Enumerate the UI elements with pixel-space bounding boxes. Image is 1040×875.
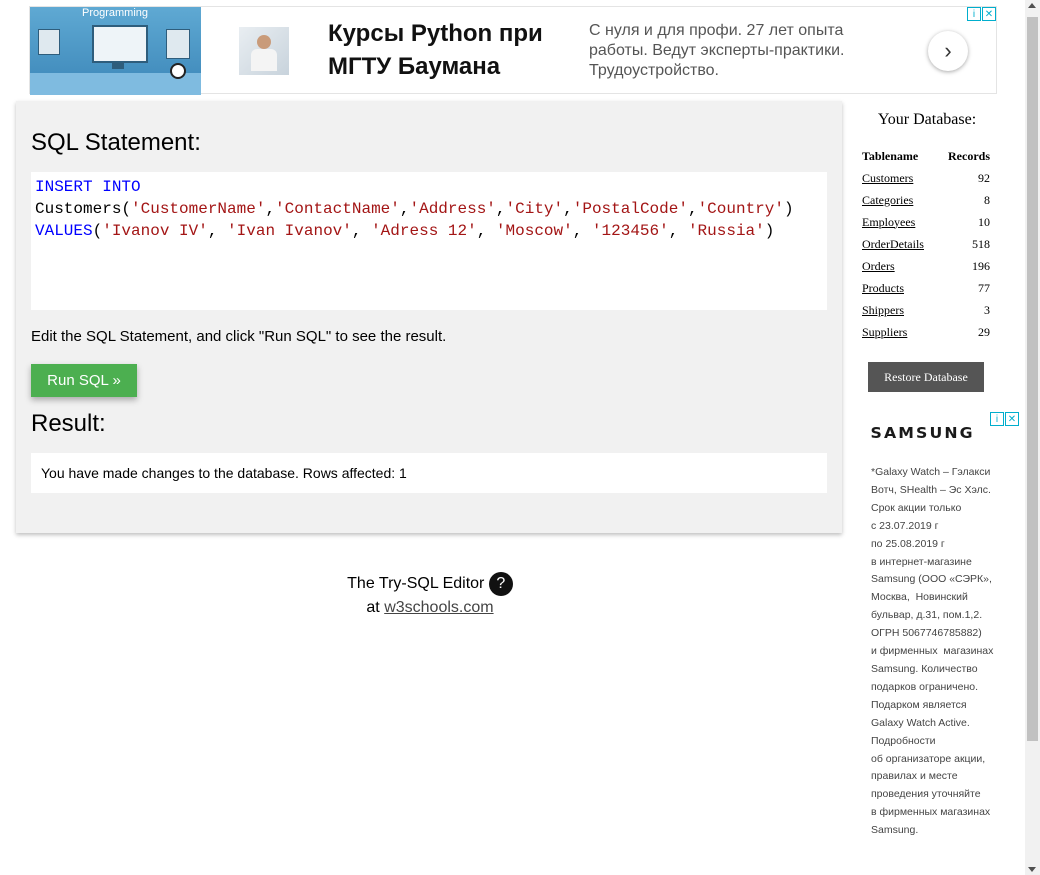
result-message: You have made changes to the database. R…	[41, 465, 407, 481]
record-count: 92	[978, 170, 990, 185]
sql-column: 'ContactName'	[275, 200, 400, 218]
sql-value: 'Adress 12'	[371, 222, 477, 240]
sql-column: 'Address'	[409, 200, 496, 218]
record-count: 10	[978, 214, 990, 229]
table-link[interactable]: Shippers	[862, 303, 904, 317]
sql-statement-heading: SQL Statement:	[31, 129, 201, 156]
sql-column: 'City'	[505, 200, 564, 218]
database-table: Tablename Records Customers 92 Categories…	[862, 145, 990, 343]
scroll-up-arrow-icon[interactable]	[1028, 3, 1036, 8]
close-icon[interactable]: ✕	[982, 7, 996, 21]
ad-image-label: Programming	[82, 7, 149, 19]
result-box: You have made changes to the database. R…	[31, 453, 827, 493]
record-count: 29	[978, 324, 990, 339]
table-link[interactable]: Customers	[862, 171, 913, 185]
samsung-advertisement[interactable]: i ✕ SAMSUNG *Galaxy Watch – Гэлакси Вотч…	[868, 412, 1020, 842]
ad-image-monitor	[92, 25, 148, 63]
table-row: Shippers 3	[862, 299, 990, 321]
table-link[interactable]: OrderDetails	[862, 237, 924, 251]
sql-value: 'Ivan Ivanov'	[227, 222, 352, 240]
table-row: Products 77	[862, 277, 990, 299]
samsung-logo[interactable]: SAMSUNG	[871, 424, 975, 442]
page-scrollbar[interactable]	[1025, 0, 1040, 875]
ad-info-icon[interactable]: i	[967, 7, 981, 21]
table-link[interactable]: Categories	[862, 193, 913, 207]
table-row: OrderDetails 518	[862, 233, 990, 255]
editor-footer: The Try-SQL Editor ? at w3schools.com	[300, 572, 560, 620]
ad-choices[interactable]: i ✕	[989, 412, 1019, 426]
record-count: 3	[984, 302, 990, 317]
w3schools-link[interactable]: w3schools.com	[384, 599, 493, 616]
record-count: 518	[972, 236, 990, 251]
ad-image-shape	[166, 29, 190, 59]
scrollbar-thumb[interactable]	[1027, 17, 1038, 741]
run-sql-button[interactable]: Run SQL »	[31, 364, 137, 397]
table-header-row: Tablename Records	[862, 145, 990, 167]
record-count: 196	[972, 258, 990, 273]
restore-database-button[interactable]: Restore Database	[868, 362, 984, 392]
table-row: Orders 196	[862, 255, 990, 277]
samsung-ad-text: *Galaxy Watch – Гэлакси Вотч, SHealth – …	[871, 466, 994, 837]
table-row: Employees 10	[862, 211, 990, 233]
table-link[interactable]: Products	[862, 281, 904, 295]
sql-value: 'Ivanov IV'	[102, 222, 208, 240]
help-icon[interactable]: ?	[488, 572, 513, 596]
table-link[interactable]: Orders	[862, 259, 895, 273]
editor-panel: SQL Statement: INSERT INTO Customers('Cu…	[16, 101, 842, 533]
table-row: Suppliers 29	[862, 321, 990, 343]
result-heading: Result:	[31, 410, 106, 437]
record-count: 77	[978, 280, 990, 295]
ad-thumbnail-image[interactable]	[239, 27, 289, 75]
table-row: Customers 92	[862, 167, 990, 189]
close-icon[interactable]: ✕	[1005, 412, 1019, 426]
sql-value: 'Moscow'	[495, 222, 573, 240]
sql-keyword: VALUES	[35, 222, 93, 240]
ad-info-icon[interactable]: i	[990, 412, 1004, 426]
sql-column: 'PostalCode'	[572, 200, 688, 218]
sql-code-editor[interactable]: INSERT INTO Customers('CustomerName','Co…	[31, 172, 827, 310]
sql-table-name: Customers(	[35, 200, 132, 218]
ad-image-shape	[38, 29, 60, 55]
record-count: 8	[984, 192, 990, 207]
top-advertisement[interactable]: Programming Курсы Python при МГТУ Бауман…	[29, 6, 997, 95]
footer-at: at	[366, 599, 380, 617]
col-records: Records	[948, 148, 990, 163]
database-sidebar: Your Database: Tablename Records Custome…	[856, 101, 998, 392]
database-title: Your Database:	[877, 111, 977, 128]
sql-column: 'CustomerName'	[131, 200, 266, 218]
ad-title[interactable]: Курсы Python при МГТУ Баумана	[328, 17, 568, 83]
table-link[interactable]: Employees	[862, 215, 915, 229]
ad-thumb-head	[257, 35, 271, 49]
table-link[interactable]: Suppliers	[862, 325, 907, 339]
sql-keyword: INSERT INTO	[35, 178, 141, 196]
sql-value: '123456'	[591, 222, 669, 240]
table-row: Categories 8	[862, 189, 990, 211]
sql-value: 'Russia'	[687, 222, 765, 240]
footer-title: The Try-SQL Editor	[347, 575, 485, 593]
sql-column: 'Country'	[697, 200, 784, 218]
editor-hint: Edit the SQL Statement, and click "Run S…	[31, 328, 447, 345]
ad-description[interactable]: С нуля и для профи. 27 лет опыта работы.…	[589, 21, 889, 81]
ad-thumb-torso	[251, 49, 277, 71]
chevron-right-icon[interactable]: ›	[928, 31, 968, 71]
ad-image-monitor-stand	[112, 61, 124, 69]
ad-choices[interactable]: i ✕	[966, 7, 996, 21]
scroll-down-arrow-icon[interactable]	[1028, 867, 1036, 872]
magnifier-icon	[170, 63, 186, 79]
col-tablename: Tablename	[862, 148, 919, 163]
ad-programming-image[interactable]: Programming	[30, 7, 201, 95]
